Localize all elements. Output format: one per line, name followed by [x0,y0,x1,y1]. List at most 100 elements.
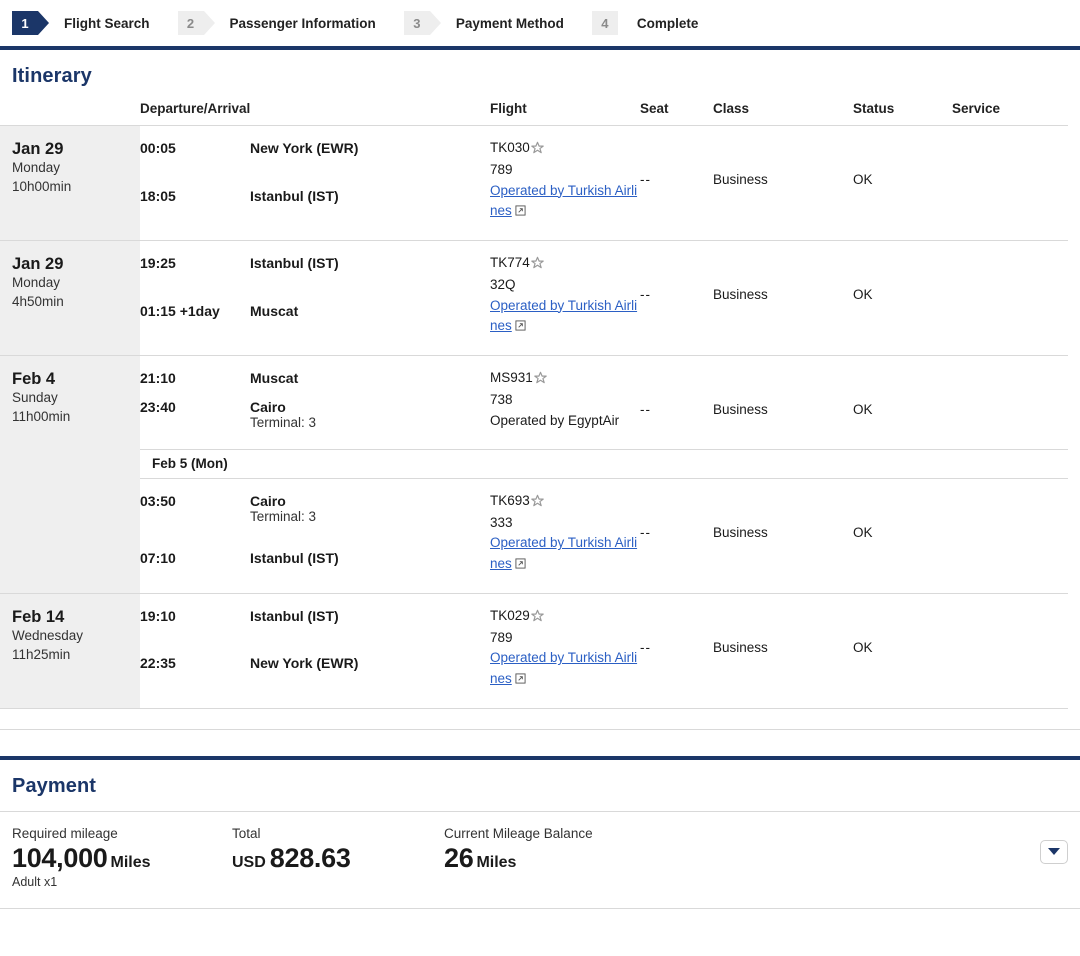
operated-by-link[interactable]: Operated by Turkish Airlines [490,650,637,685]
checkout-step-1[interactable]: 1 Flight Search [12,0,150,46]
flight-number: MS931 [490,368,640,390]
class-value: Business [713,524,768,540]
checkout-step-indicator: 1 Flight Search 2 Passenger Information 3 Pay… [0,0,1080,46]
payment-expand-button[interactable] [1040,839,1068,864]
itinerary-group-row: Feb 4 Sunday 11h00min 21:10 Muscat MS931 738 Op… [0,355,1069,594]
flight-info: TK693 333 Operated by Turkish Airlines [490,479,640,575]
total-currency: USD [232,853,266,871]
operated-by-link[interactable]: Operated by Turkish Airlines [490,535,637,570]
departure-place: Cairo Terminal: 3 [250,479,490,538]
arrival-time: 22:35 [140,655,176,672]
class-value: Business [713,402,768,417]
itinerary-group-row: Jan 29 Monday 4h50min 19:25 Istanbul (IST) TK… [0,240,1069,356]
arrival-place: Muscat [250,302,299,319]
itinerary-group-row: Feb 14 Wednesday 11h25min 19:10 Istanbul (IS… [0,593,1069,709]
status-value: OK [853,172,873,187]
flight-number: TK774 [490,253,640,275]
operated-by-link[interactable]: Operated by Turkish Airlines [490,183,637,218]
seat-value: -- [640,172,651,187]
checkout-step-4[interactable]: 4 Complete [591,0,699,46]
checkout-step-3[interactable]: 3 Payment Method [403,0,564,46]
arrival-time: 18:05 [140,187,176,204]
operated-by-link-wrap: Operated by Turkish Airlines [490,648,640,690]
itinerary-table: Departure/Arrival Flight Seat Class Stat… [0,101,1069,709]
total-block: Total USD 828.63 [232,826,444,874]
mileage-balance-block: Current Mileage Balance 26 Miles [444,826,864,874]
status-value: OK [853,639,873,655]
departure-time: 19:25 [140,255,176,271]
class-value: Business [713,287,768,302]
operated-by-link-wrap: Operated by Turkish Airlines [490,533,640,575]
external-link-icon [515,555,526,575]
departure-place: Istanbul (IST) [250,607,339,624]
class-value: Business [713,639,768,655]
step-number-badge: 4 [591,11,618,35]
segment-detail-cell: 19:10 Istanbul (IST) TK029 789 Operated by T… [140,593,1069,709]
aircraft-equipment: 789 [490,162,513,178]
col-header-seat: Seat [640,101,714,126]
segment-departure-row: 19:25 Istanbul (IST) TK774 32Q Operated by T… [140,241,1068,333]
aircraft-equipment: 333 [490,515,513,530]
status-value: OK [853,402,873,417]
flight-info: TK774 32Q Operated by Turkish Airlines [490,241,640,337]
arrival-time: 01:15 +1day [140,302,220,319]
segment-departure-row: 00:05 New York (EWR) TK030 789 Operated by T… [140,126,1068,218]
segment-weekday: Monday [12,275,61,291]
segment-date: Jan 29 [12,140,64,158]
step-label: Passenger Information [229,15,376,31]
total-label: Total [232,825,261,841]
flight-number: TK693 [490,491,640,513]
star-icon [530,255,544,275]
checkout-step-2[interactable]: 2 Passenger Information [177,0,376,46]
col-header-departure-arrival: Departure/Arrival [140,101,491,126]
itinerary-segment: 19:10 Istanbul (IST) TK029 789 Operated by T… [140,594,1068,708]
service-value [952,356,1068,431]
arrival-terminal: Terminal: 3 [250,414,317,430]
chevron-down-icon [1048,848,1060,856]
departure-time: 03:50 [140,492,176,509]
segment-departure-row: 03:50 Cairo Terminal: 3 TK693 333 Operated by… [140,479,1068,571]
operated-by-link[interactable]: Operated by Turkish Airlines [490,298,637,333]
segment-duration: 11h00min [12,409,71,425]
flight-info: TK029 789 Operated by Turkish Airlines [490,594,640,690]
required-mileage-value: 104,000 Miles [12,843,232,874]
segment-day-divider: Feb 5 (Mon) [140,448,1069,479]
service-value [952,126,1068,222]
seat-value: -- [640,639,651,655]
departure-time: 00:05 [140,140,176,156]
operated-by-link-wrap: Operated by Turkish Airlines [490,181,640,223]
flight-number: TK030 [490,138,640,160]
arrival-day-offset: +1day [179,302,220,319]
star-icon [533,370,547,390]
star-icon [530,140,544,160]
segment-date: Feb 4 [12,370,56,388]
segment-duration: 10h00min [12,179,72,195]
payment-rule-bottom [0,907,1080,909]
segment-date-cell: Feb 4 Sunday 11h00min [0,355,140,594]
col-header-service: Service [952,101,1069,126]
departure-time: 21:10 [140,370,176,386]
mileage-balance-unit: Miles [476,853,517,871]
col-header-date [0,101,140,126]
arrival-place: New York (EWR) [250,655,359,672]
external-link-icon [515,317,526,337]
itinerary-title: Itinerary [12,65,92,87]
arrival-time: 23:40 [140,398,176,415]
step-label: Complete [636,15,699,31]
service-value [952,594,1068,690]
status-value: OK [853,524,873,540]
required-mileage-unit: Miles [110,853,151,871]
segment-weekday: Sunday [12,390,58,406]
col-header-status: Status [853,101,953,126]
star-icon [530,493,544,513]
departure-place: Muscat [250,370,299,386]
total-value: USD 828.63 [232,843,444,874]
aircraft-equipment: 738 [490,392,513,408]
segment-date: Feb 14 [12,607,65,626]
mileage-balance-label: Current Mileage Balance [444,825,593,841]
segment-duration: 11h25min [12,646,71,662]
seat-value: -- [640,402,651,417]
departure-place: Istanbul (IST) [250,255,339,271]
arrival-place: Istanbul (IST) [250,549,339,566]
aircraft-equipment: 789 [490,630,513,645]
